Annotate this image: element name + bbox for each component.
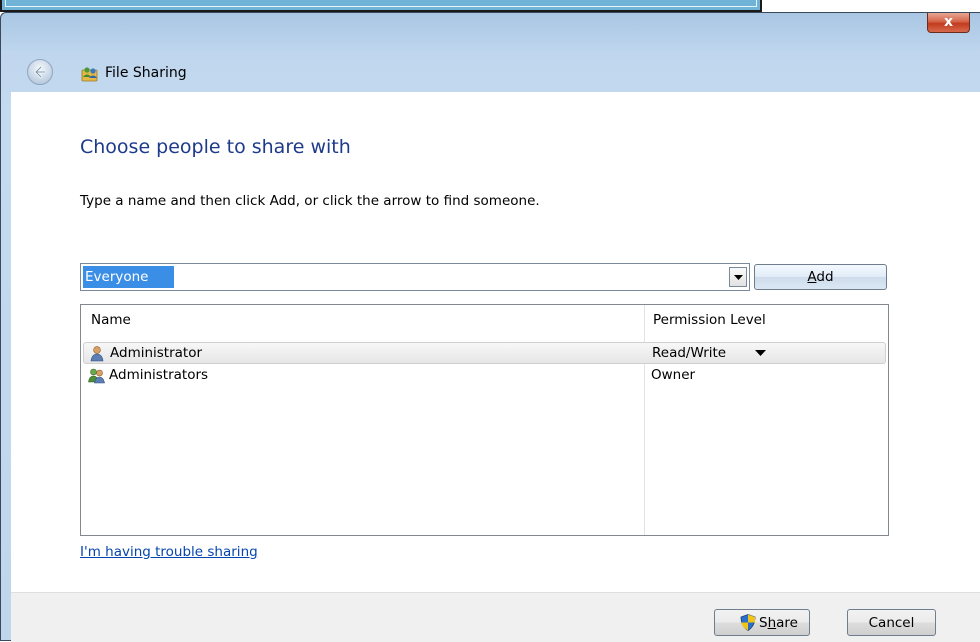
- close-icon: x: [943, 14, 954, 30]
- file-sharing-dialog: x File Sharing Choose people to share wi…: [0, 12, 980, 642]
- instruction-text: Type a name and then click Add, or click…: [80, 193, 540, 209]
- permission-level: Owner: [651, 367, 696, 383]
- user-group-icon: [88, 368, 105, 384]
- back-button[interactable]: [27, 59, 53, 85]
- list-header: Name Permission Level: [81, 305, 888, 333]
- uac-shield-icon: [740, 614, 756, 631]
- find-people-dropdown-button[interactable]: [729, 267, 747, 287]
- background-window-edge: [0, 0, 762, 12]
- name-combobox[interactable]: [80, 263, 750, 291]
- add-access-key: A: [807, 269, 817, 285]
- file-sharing-people-icon: [81, 67, 98, 82]
- back-arrow-icon: [34, 65, 47, 79]
- close-button[interactable]: x: [927, 13, 970, 33]
- share-button[interactable]: Share: [714, 609, 810, 636]
- column-divider: [644, 305, 645, 535]
- name-input[interactable]: [83, 266, 174, 288]
- dialog-content: Choose people to share with Type a name …: [11, 92, 980, 592]
- chevron-down-icon: [734, 275, 743, 280]
- list-item[interactable]: Administrator Read/Write: [83, 342, 886, 364]
- dialog-footer: Share Cancel: [11, 592, 980, 642]
- column-header-name[interactable]: Name: [91, 312, 131, 328]
- column-header-permission[interactable]: Permission Level: [653, 312, 766, 328]
- window-title: File Sharing: [105, 65, 187, 81]
- user-icon: [90, 346, 104, 362]
- permission-dropdown-icon[interactable]: [755, 350, 766, 356]
- share-access-key: h: [767, 615, 777, 631]
- trouble-sharing-link[interactable]: I'm having trouble sharing: [80, 544, 258, 560]
- permission-level[interactable]: Read/Write: [652, 345, 726, 361]
- cancel-button[interactable]: Cancel: [847, 609, 936, 636]
- add-button[interactable]: Add: [754, 264, 887, 290]
- page-heading: Choose people to share with: [80, 136, 351, 158]
- people-list[interactable]: Name Permission Level Administrator Read…: [80, 304, 889, 536]
- user-name: Administrators: [109, 367, 209, 383]
- user-name: Administrator: [110, 345, 203, 361]
- list-item[interactable]: Administrators Owner: [83, 365, 886, 387]
